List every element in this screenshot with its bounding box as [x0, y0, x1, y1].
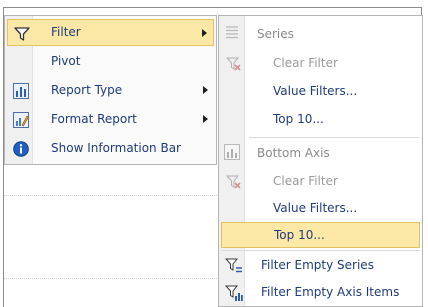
clear-filter-icon — [225, 55, 243, 73]
filter-empty-series[interactable]: Filter Empty Series — [221, 253, 420, 279]
axis-clear-filter[interactable]: Clear Filter — [221, 169, 420, 195]
submenu-arrow-icon — [203, 86, 208, 94]
filter-empty-axis-items[interactable]: Filter Empty Axis Items — [221, 280, 420, 306]
sub-item-label: Value Filters... — [273, 201, 358, 215]
bar-chart-icon — [13, 83, 29, 99]
filter-empty-axis-icon — [224, 284, 243, 302]
menu-item-label: Format Report — [51, 112, 137, 126]
submenu-separator — [221, 250, 420, 251]
series-value-filters[interactable]: Value Filters... — [221, 79, 420, 105]
filter-submenu: Series Clear Filter Value Filters... Top… — [218, 15, 423, 307]
menu-item-format-report[interactable]: Format Report — [7, 106, 214, 133]
context-menu: Filter Pivot Report Type Format Report S… — [4, 15, 217, 165]
clear-filter-icon — [225, 173, 243, 191]
sub-item-label: Clear Filter — [273, 174, 338, 188]
submenu-arrow-icon — [202, 29, 207, 37]
sub-item-label: Filter Empty Series — [261, 258, 374, 272]
axis-section-icon — [224, 144, 240, 160]
menu-item-show-information-bar[interactable]: Show Information Bar — [7, 135, 214, 162]
info-icon — [13, 141, 29, 157]
series-header: Series — [257, 27, 294, 41]
filter-funnel-icon — [14, 26, 30, 42]
gridline — [4, 195, 217, 196]
sub-item-label: Top 10... — [273, 112, 324, 126]
menu-item-label: Show Information Bar — [51, 141, 181, 155]
menu-item-report-type[interactable]: Report Type — [7, 77, 214, 104]
series-clear-filter[interactable]: Clear Filter — [221, 51, 420, 77]
sub-item-label: Clear Filter — [273, 56, 338, 70]
gridline — [4, 278, 217, 279]
menu-item-label: Pivot — [51, 54, 81, 68]
menu-item-label: Report Type — [51, 83, 123, 97]
menu-item-label: Filter — [51, 25, 81, 39]
axis-value-filters[interactable]: Value Filters... — [221, 196, 420, 222]
menu-item-pivot[interactable]: Pivot — [7, 48, 214, 75]
submenu-arrow-icon — [203, 115, 208, 123]
menu-item-filter[interactable]: Filter — [7, 19, 214, 46]
background-frame-top — [3, 7, 421, 8]
filter-empty-series-icon — [224, 257, 243, 275]
axis-header: Bottom Axis — [257, 146, 330, 160]
format-report-icon — [13, 112, 29, 128]
axis-top-10[interactable]: Top 10... — [221, 222, 420, 248]
sub-item-label: Top 10... — [274, 228, 325, 242]
sub-item-label: Value Filters... — [273, 84, 358, 98]
submenu-separator — [249, 137, 419, 138]
series-section-icon — [224, 24, 240, 40]
series-top-10[interactable]: Top 10... — [221, 107, 420, 133]
sub-item-label: Filter Empty Axis Items — [261, 285, 400, 299]
